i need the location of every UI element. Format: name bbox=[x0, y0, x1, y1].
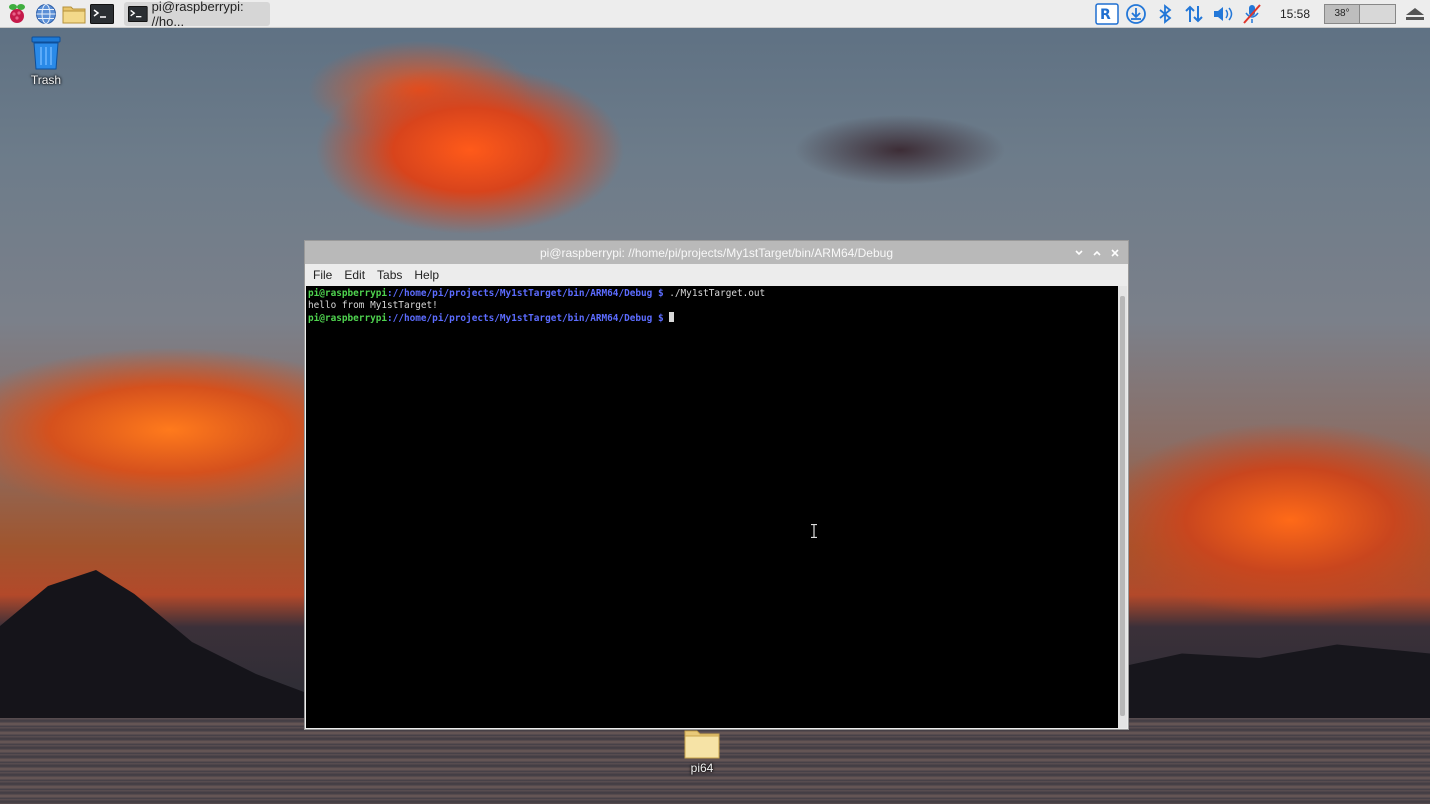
web-browser-icon[interactable] bbox=[34, 3, 58, 25]
wallpaper-mountain bbox=[1120, 644, 1430, 730]
menu-bar: File Edit Tabs Help bbox=[305, 264, 1128, 286]
folder-icon bbox=[684, 730, 720, 759]
prompt-user: pi@raspberrypi bbox=[308, 313, 388, 324]
menu-edit[interactable]: Edit bbox=[338, 268, 371, 282]
file-manager-icon[interactable] bbox=[62, 3, 86, 25]
prompt-path: ://home/pi/projects/My1stTarget/bin/ARM6… bbox=[387, 313, 664, 324]
desktop-folder-label: pi64 bbox=[690, 761, 714, 775]
cpu-temperature: 38° bbox=[1324, 3, 1360, 24]
prompt-user: pi@raspberrypi bbox=[308, 288, 388, 299]
window-titlebar[interactable]: pi@raspberrypi: //home/pi/projects/My1st… bbox=[305, 241, 1128, 264]
menu-help[interactable]: Help bbox=[408, 268, 445, 282]
volume-icon[interactable] bbox=[1210, 3, 1236, 25]
cpu-usage-graph bbox=[1360, 3, 1396, 24]
terminal-icon bbox=[128, 5, 148, 22]
cpu-temperature-value: 38° bbox=[1334, 8, 1350, 19]
trash-icon bbox=[31, 36, 61, 70]
maximize-icon[interactable] bbox=[1088, 244, 1106, 262]
desktop-trash[interactable]: Trash bbox=[11, 33, 81, 87]
updates-icon[interactable] bbox=[1123, 3, 1149, 25]
network-icon[interactable] bbox=[1181, 3, 1207, 25]
scrollbar-thumb[interactable] bbox=[1120, 296, 1125, 716]
terminal-line: pi@raspberrypi://home/pi/projects/My1stT… bbox=[308, 312, 1116, 324]
taskbar-terminal-label: pi@raspberrypi: //ho... bbox=[151, 0, 244, 29]
command-text: ./My1stTarget.out bbox=[663, 288, 766, 299]
close-icon[interactable] bbox=[1106, 244, 1124, 262]
desktop-trash-label: Trash bbox=[30, 73, 62, 87]
prompt-path: ://home/pi/projects/My1stTarget/bin/ARM6… bbox=[387, 288, 664, 299]
raspberry-menu-icon[interactable] bbox=[6, 3, 28, 25]
terminal-line: pi@raspberrypi://home/pi/projects/My1stT… bbox=[308, 288, 1116, 300]
desktop-folder-pi64[interactable]: pi64 bbox=[667, 727, 737, 775]
bluetooth-icon[interactable] bbox=[1152, 3, 1178, 25]
system-tray: R 15:58 38° bbox=[1094, 0, 1430, 27]
window-title: pi@raspberrypi: //home/pi/projects/My1st… bbox=[539, 245, 893, 260]
svg-text:R: R bbox=[1100, 7, 1111, 23]
menu-tabs[interactable]: Tabs bbox=[371, 268, 408, 282]
terminal-icon[interactable] bbox=[90, 3, 114, 25]
top-panel: pi@raspberrypi: //ho... R 15:58 38° bbox=[0, 0, 1430, 29]
microphone-muted-icon[interactable] bbox=[1239, 3, 1265, 25]
terminal-line: hello from My1stTarget! bbox=[308, 300, 1116, 312]
program-output: hello from My1stTarget! bbox=[308, 300, 438, 311]
clock[interactable]: 15:58 bbox=[1280, 7, 1310, 21]
terminal-output[interactable]: pi@raspberrypi://home/pi/projects/My1stT… bbox=[306, 286, 1118, 728]
wallpaper-mountain bbox=[0, 570, 320, 730]
taskbar-terminal-button[interactable]: pi@raspberrypi: //ho... bbox=[124, 0, 270, 29]
text-cursor bbox=[669, 312, 675, 322]
terminal-window: pi@raspberrypi: //home/pi/projects/My1st… bbox=[304, 240, 1129, 730]
ibeam-cursor-icon bbox=[811, 524, 817, 538]
vnc-icon[interactable]: R bbox=[1094, 2, 1120, 25]
eject-icon[interactable] bbox=[1402, 4, 1428, 24]
menu-file[interactable]: File bbox=[307, 268, 338, 282]
minimize-icon[interactable] bbox=[1070, 244, 1088, 262]
terminal-scrollbar[interactable] bbox=[1118, 286, 1127, 728]
